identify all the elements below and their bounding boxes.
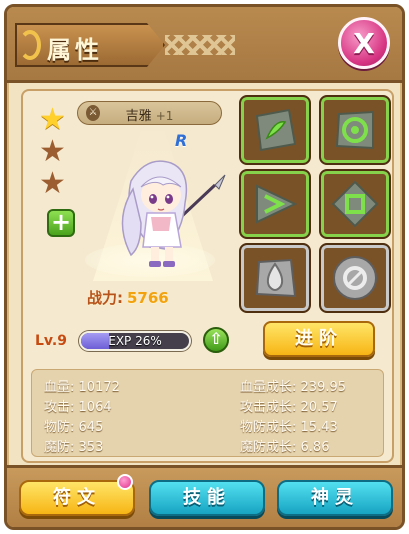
drop-rune-icon [255, 258, 297, 298]
panel-header: 属性 X [7, 7, 402, 83]
advance-button[interactable]: 进阶 [263, 321, 375, 357]
stat-growth-row: 血量成长: 239.95 [240, 380, 347, 395]
stat-value: 645 [78, 420, 104, 435]
leaf-rune-icon [255, 108, 297, 152]
stat-growth-value: 15.43 [300, 420, 338, 435]
stat-growth-row: 攻击成长: 20.57 [240, 400, 338, 415]
star-icon-empty: ★ [39, 166, 66, 201]
stat-value: 10172 [78, 380, 120, 395]
stats-panel: 血量: 10172 攻击: 1064 物防: 645 魔防: 353 血量成长:… [31, 369, 384, 457]
stat-row: 血量: 10172 [44, 380, 120, 395]
rune-slot-6[interactable] [319, 243, 391, 313]
stat-growth-value: 6.86 [300, 440, 330, 455]
stat-row: 魔防: 353 [44, 440, 104, 455]
stat-growth-label: 物防成长 [240, 420, 293, 435]
stat-label: 血量 [44, 380, 71, 395]
rune-grid [239, 95, 391, 313]
hero-name: 吉雅 +1 [78, 105, 221, 124]
stat-label: 魔防 [44, 440, 71, 455]
tab-bar: 符文 技能 神灵 [7, 465, 402, 527]
combat-power-label: 战力: [87, 289, 123, 307]
attribute-panel: 属性 X ★ ★ ★ + ⚔ 吉雅 +1 R 战力: 5766 Lv.9 EXP… [4, 4, 405, 530]
stat-value: 1064 [78, 400, 112, 415]
add-star-button[interactable]: + [47, 209, 75, 237]
tab-skills[interactable]: 技能 [149, 480, 265, 516]
stat-row: 物防: 645 [44, 420, 104, 435]
stat-growth-label: 魔防成长 [240, 440, 293, 455]
star-icon-empty: ★ [39, 134, 66, 169]
hero-name-bar: ⚔ 吉雅 +1 [77, 101, 222, 125]
rune-slot-5[interactable] [239, 243, 311, 313]
rank-badge: R [175, 131, 188, 150]
tab-deity[interactable]: 神灵 [277, 480, 393, 516]
stat-row: 攻击: 1064 [44, 400, 112, 415]
swirl-icon [19, 30, 41, 60]
rune-slot-2[interactable] [319, 95, 391, 165]
hero-character-portrait[interactable] [107, 151, 227, 271]
hero-info-area: ★ ★ ★ + ⚔ 吉雅 +1 R 战力: 5766 Lv.9 EXP 26% … [21, 89, 394, 463]
arrow-rune-icon [256, 184, 298, 224]
combat-power: 战力: 5766 [87, 287, 169, 308]
star-icon-filled: ★ [39, 102, 66, 137]
combat-power-value: 5766 [127, 289, 169, 307]
rune-slot-4[interactable] [319, 169, 391, 239]
hero-enhance-level: +1 [155, 109, 174, 123]
stat-growth-label: 攻击成长 [240, 400, 293, 415]
page-title: 属性 [47, 36, 103, 64]
square-rune-icon [331, 180, 379, 228]
spiral-rune-icon [335, 110, 374, 150]
close-icon: X [353, 26, 375, 60]
ornament-decoration [165, 35, 235, 55]
stat-growth-value: 239.95 [300, 380, 347, 395]
level-up-button[interactable]: ⇧ [203, 327, 229, 353]
notification-badge [117, 474, 133, 490]
stat-value: 353 [78, 440, 104, 455]
stat-label: 攻击 [44, 400, 71, 415]
stat-growth-row: 魔防成长: 6.86 [240, 440, 330, 455]
exp-progress-bar: EXP 26% [79, 331, 191, 351]
hero-name-text: 吉雅 [125, 109, 152, 124]
stat-label: 物防 [44, 420, 71, 435]
rune-slot-1[interactable] [239, 95, 311, 165]
circle-rune-icon [333, 256, 377, 300]
stat-growth-value: 20.57 [300, 400, 338, 415]
stat-growth-label: 血量成长 [240, 380, 293, 395]
rune-slot-3[interactable] [239, 169, 311, 239]
stat-growth-row: 物防成长: 15.43 [240, 420, 338, 435]
hero-level: Lv.9 [35, 333, 67, 349]
exp-progress-text: EXP 26% [108, 334, 162, 348]
close-button[interactable]: X [338, 17, 390, 69]
